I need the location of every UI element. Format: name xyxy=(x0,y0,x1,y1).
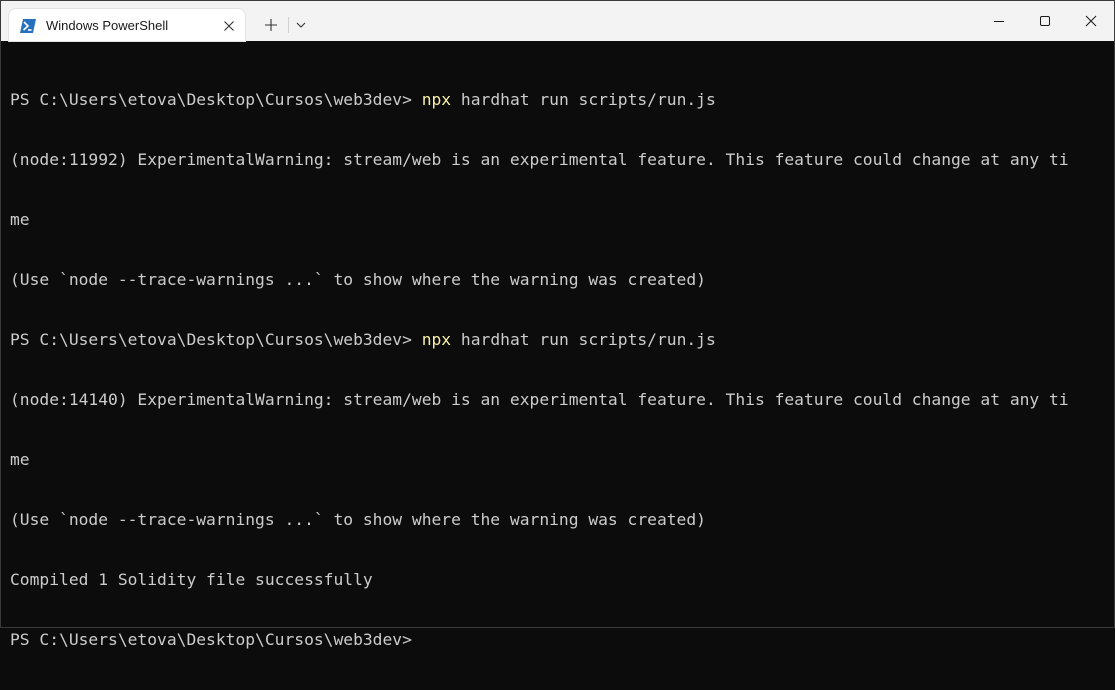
command-name: npx xyxy=(421,90,452,109)
terminal-line: me xyxy=(10,210,30,229)
terminal-line: Compiled 1 Solidity file successfully xyxy=(10,570,373,589)
terminal-line: (Use `node --trace-warnings ...` to show… xyxy=(10,270,706,289)
plus-icon xyxy=(257,19,285,41)
tab-close-icon[interactable] xyxy=(222,18,236,32)
chevron-down-icon xyxy=(291,20,311,39)
terminal-output[interactable]: PS C:\Users\etova\Desktop\Cursos\web3dev… xyxy=(10,50,1110,649)
command-args: hardhat run scripts/run.js xyxy=(451,330,716,349)
current-prompt: PS C:\Users\etova\Desktop\Cursos\web3dev… xyxy=(10,630,412,649)
close-button[interactable] xyxy=(1068,1,1114,41)
terminal-line: PS C:\Users\etova\Desktop\Cursos\web3dev… xyxy=(10,90,1110,110)
maximize-button[interactable] xyxy=(1022,1,1068,41)
terminal-line: (node:14140) ExperimentalWarning: stream… xyxy=(10,390,1069,409)
powershell-icon xyxy=(20,18,36,33)
tab-dropdown-button[interactable] xyxy=(291,15,311,35)
minimize-button[interactable] xyxy=(976,1,1022,41)
command-name: npx xyxy=(421,330,452,349)
command-args: hardhat run scripts/run.js xyxy=(451,90,716,109)
title-bar[interactable]: Windows PowerShell xyxy=(1,1,1114,41)
tab-title: Windows PowerShell xyxy=(46,18,169,33)
terminal-line: (Use `node --trace-warnings ...` to show… xyxy=(10,510,706,529)
prompt-text: PS C:\Users\etova\Desktop\Cursos\web3dev… xyxy=(10,330,422,349)
titlebar-divider xyxy=(288,17,289,33)
terminal-line: (node:11992) ExperimentalWarning: stream… xyxy=(10,150,1069,169)
new-tab-button[interactable] xyxy=(257,13,285,37)
terminal-line: me xyxy=(10,450,30,469)
prompt-text: PS C:\Users\etova\Desktop\Cursos\web3dev… xyxy=(10,90,422,109)
tab-windows-powershell[interactable]: Windows PowerShell xyxy=(9,9,245,41)
terminal-line: PS C:\Users\etova\Desktop\Cursos\web3dev… xyxy=(10,330,1110,350)
terminal-window: Windows PowerShell PS C:\Users\etova\Des… xyxy=(0,0,1115,649)
